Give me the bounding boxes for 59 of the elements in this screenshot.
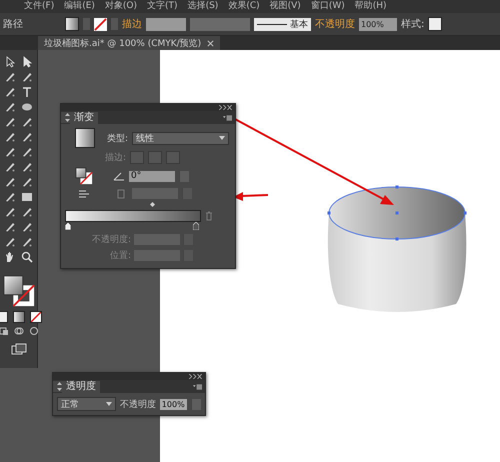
- fill-swatch[interactable]: [65, 17, 79, 31]
- zoom-icon[interactable]: [21, 251, 33, 263]
- type-label: 类型:: [107, 132, 128, 144]
- blend-mode-dropdown[interactable]: 正常: [57, 397, 116, 411]
- opacity-label: 不透明度:: [90, 234, 131, 246]
- opacity-field[interactable]: 100%: [160, 398, 188, 410]
- fill-stroke-swatches[interactable]: [2, 274, 36, 308]
- angle-icon: [113, 171, 125, 181]
- menu-item[interactable]: 编辑(E): [64, 2, 95, 11]
- up-down-arrows-icon[interactable]: [61, 112, 70, 123]
- menu-item[interactable]: 窗口(W): [310, 2, 345, 11]
- panel-menu-icon[interactable]: [193, 384, 202, 390]
- style-label: 样式:: [401, 18, 424, 31]
- ellipse-tool-icon[interactable]: [21, 101, 33, 113]
- panel-menu-icon[interactable]: [223, 114, 232, 120]
- menu-item[interactable]: 文字(T): [147, 2, 178, 11]
- opacity-link[interactable]: 不透明度: [315, 17, 355, 31]
- color-stop-icon[interactable]: [65, 222, 71, 230]
- menu-item[interactable]: 文件(F): [24, 2, 54, 11]
- variable-width-field[interactable]: [190, 18, 250, 30]
- selection-arrow-icon[interactable]: [4, 56, 16, 68]
- close-icon[interactable]: [207, 40, 214, 46]
- opacity-label: 不透明度: [120, 398, 156, 410]
- collapse-icon[interactable]: [218, 105, 232, 110]
- type-tool-icon[interactable]: [21, 86, 33, 98]
- none-swatch[interactable]: [30, 311, 42, 323]
- document-tab[interactable]: 垃圾桶图标.ai* @ 100% (CMYK/预览): [38, 36, 220, 50]
- gradient-swatch[interactable]: [75, 128, 95, 148]
- gradient-swatch[interactable]: [12, 311, 24, 323]
- opacity-field[interactable]: 100%: [359, 18, 397, 30]
- stroke-link[interactable]: 描边: [122, 17, 142, 31]
- screen-mode-icon[interactable]: [10, 343, 26, 355]
- menu-item[interactable]: 选择(S): [188, 2, 218, 11]
- selection-label: 路径: [3, 18, 23, 31]
- gradient-tool-icon[interactable]: [21, 191, 33, 203]
- brush-definition-field[interactable]: 基本: [254, 18, 311, 30]
- stroke-weight-field[interactable]: [146, 18, 186, 30]
- panel-tab[interactable]: 透明度: [62, 381, 100, 393]
- draw-behind-icon[interactable]: [14, 326, 24, 336]
- panel-tab[interactable]: 渐变: [70, 112, 98, 124]
- angle-field[interactable]: 0°: [129, 170, 175, 182]
- menu-item[interactable]: 视图(V): [270, 2, 301, 11]
- no-stroke-swatch[interactable]: [94, 18, 107, 30]
- menu-item[interactable]: 效果(C): [228, 2, 260, 11]
- midpoint-diamond-icon[interactable]: [150, 202, 154, 207]
- location-label: 位置:: [108, 250, 131, 262]
- menu-item[interactable]: 对象(O): [104, 2, 138, 11]
- collapse-icon[interactable]: [188, 374, 202, 379]
- direct-selection-icon[interactable]: [21, 56, 33, 68]
- draw-normal-icon[interactable]: [0, 326, 8, 336]
- draw-inside-icon[interactable]: [28, 326, 38, 336]
- fill-stroke-swatches[interactable]: [75, 167, 93, 185]
- menu-item[interactable]: 帮助(H): [354, 2, 387, 11]
- type-dropdown[interactable]: 线性: [132, 132, 229, 144]
- up-down-arrows-icon[interactable]: [53, 381, 62, 392]
- reverse-gradient-icon[interactable]: [78, 188, 90, 198]
- stroke-label: 描边:: [105, 152, 126, 164]
- hand-icon[interactable]: [4, 251, 16, 263]
- style-swatch[interactable]: [428, 17, 442, 31]
